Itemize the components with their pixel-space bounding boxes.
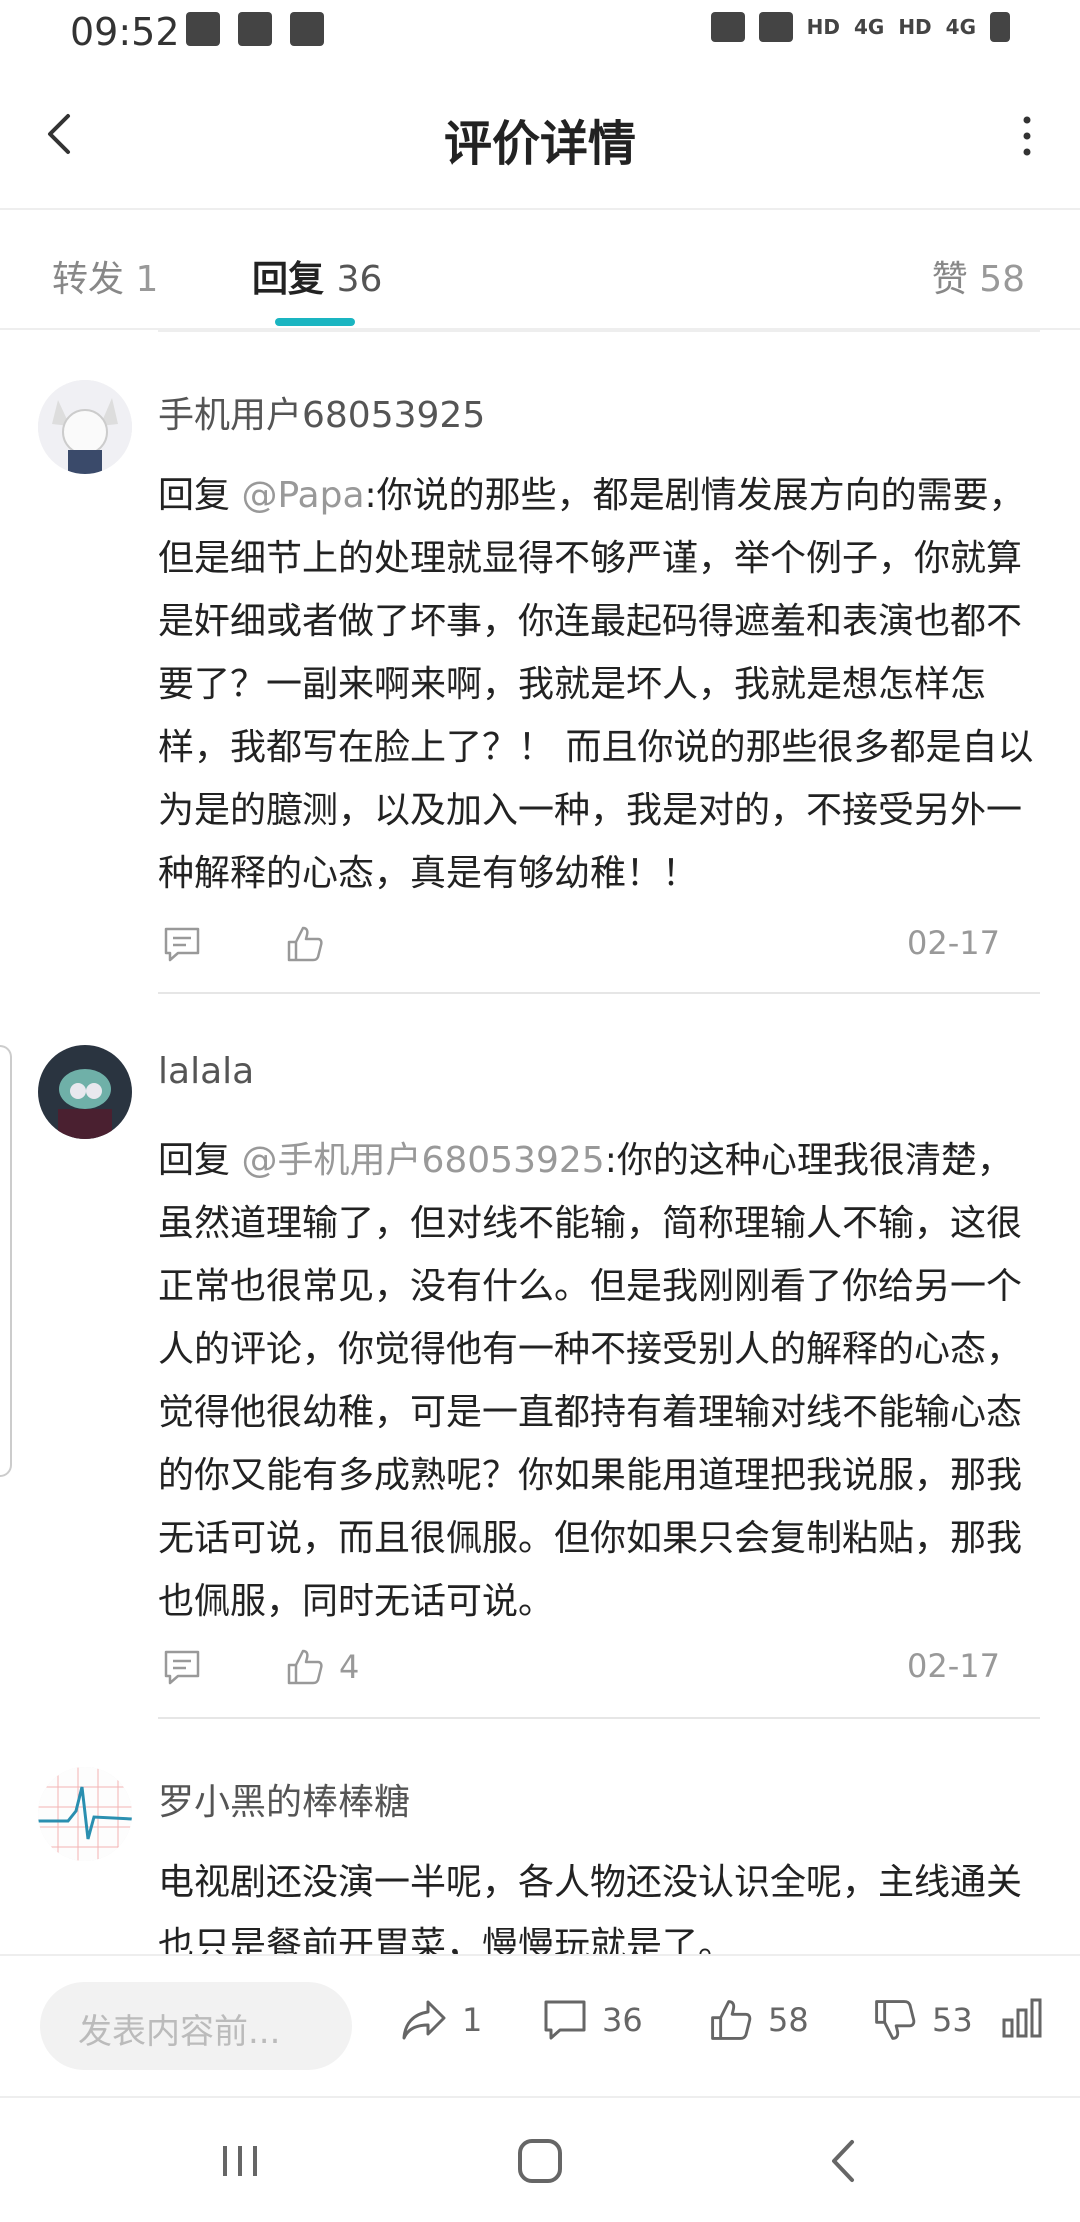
comment-input[interactable]: 发表内容前... [40, 1982, 352, 2070]
username[interactable]: 手机用户68053925 [158, 386, 485, 438]
system-icons: HD 4G HD 4G [710, 12, 1010, 42]
share-count: 1 [462, 2001, 483, 2039]
reply-prefix: 回复 [158, 1140, 242, 1181]
reply-count: 36 [602, 2001, 643, 2039]
network-label: 4G [945, 15, 976, 39]
comment-date: 02-17 [907, 924, 1000, 962]
comment-text: 电视剧还没演一半呢，各人物还没认识全呢，主线通关也只是餐前开胃菜，慢慢玩就是了。 [158, 1862, 1023, 1955]
reply-button[interactable] [162, 922, 202, 966]
comment-text: 回复 @手机用户68053925:你的这种心理我很清楚，虽然道理输了，但对线不能… [158, 1129, 1038, 1633]
home-icon[interactable] [505, 2126, 575, 2196]
tab-count: 36 [336, 259, 383, 300]
comment-icon [164, 1650, 200, 1685]
mention-link[interactable]: @手机用户68053925 [241, 1140, 604, 1181]
thumbs-down-icon [875, 2000, 916, 2040]
more-icon[interactable] [1012, 114, 1042, 158]
avatar[interactable] [38, 1045, 132, 1139]
dislike-button[interactable]: 53 [872, 1990, 973, 2050]
comment-icon [164, 927, 200, 962]
stats-icon[interactable] [1000, 1996, 1044, 2040]
dislike-count: 53 [932, 2001, 973, 2039]
tab-count: 58 [979, 259, 1025, 300]
reply-prefix: 回复 [158, 475, 242, 516]
divider [158, 992, 1040, 994]
like-button[interactable] [285, 922, 339, 966]
comment-text: 回复 @Papa:你说的那些，都是剧情发展方向的需要，但是细节上的处理就显得不够… [158, 464, 1038, 905]
system-nav-bar [0, 2096, 1080, 2222]
network-label: 4G [853, 15, 885, 39]
image-icon [186, 12, 220, 46]
reply-count-button[interactable]: 36 [542, 1990, 643, 2050]
username[interactable]: 罗小黑的棒棒糖 [158, 1773, 410, 1825]
mention-link[interactable]: @Papa [241, 475, 364, 516]
status-bar: 09:52 HD 4G HD 4G [0, 0, 1080, 64]
status-time: 09:52 [70, 10, 180, 54]
comment-icon [544, 2000, 586, 2040]
battery-icon [990, 12, 1010, 42]
tab-label: 回复 [252, 259, 325, 300]
tab-bar: 转发 1 回复 36 赞 58 [0, 210, 1080, 330]
thumbs-up-icon [287, 926, 323, 962]
tab-indicator [275, 318, 355, 326]
tab-reply[interactable]: 回复 36 [252, 250, 382, 302]
network-label: HD [806, 15, 840, 39]
message-icon [238, 12, 272, 46]
tab-label: 赞 [931, 259, 968, 300]
bottom-action-bar: 发表内容前... 1 36 58 53 [0, 1954, 1080, 2096]
comment-date: 02-17 [907, 1647, 1000, 1685]
edge-panel-handle[interactable] [0, 1045, 12, 1477]
thumbs-up-icon [711, 2000, 752, 2040]
divider [158, 330, 1040, 332]
network-label: HD [898, 15, 932, 39]
username[interactable]: lalala [158, 1051, 254, 1092]
like-button[interactable]: 4 [285, 1645, 359, 1689]
wifi-icon [758, 12, 793, 42]
reply-button[interactable] [162, 1645, 202, 1689]
calendar-icon [290, 12, 324, 46]
like-count-button[interactable]: 58 [708, 1990, 809, 2050]
tab-forward[interactable]: 转发 1 [52, 250, 158, 302]
input-placeholder: 发表内容前... [78, 2012, 281, 2052]
tab-label: 转发 [52, 259, 125, 300]
recent-apps-icon[interactable] [205, 2126, 275, 2196]
alarm-icon [710, 12, 745, 42]
notification-icons [186, 12, 324, 46]
like-count: 58 [768, 2001, 809, 2039]
comment-body: :你说的那些，都是剧情发展方向的需要，但是细节上的处理就显得不够严谨，举个例子，… [158, 475, 1034, 894]
thumbs-up-icon [287, 1649, 323, 1685]
back-nav-icon[interactable] [810, 2126, 880, 2196]
like-count: 4 [339, 1648, 360, 1686]
tab-like[interactable]: 赞 58 [932, 250, 1025, 302]
tab-count: 1 [135, 259, 159, 300]
share-icon [402, 2000, 446, 2040]
page-header: 评价详情 [0, 64, 1080, 210]
page-title: 评价详情 [443, 116, 636, 172]
divider [158, 1717, 1040, 1719]
avatar[interactable] [38, 380, 132, 474]
avatar[interactable] [38, 1767, 132, 1861]
share-button[interactable]: 1 [400, 1990, 482, 2050]
comment-body: :你的这种心理我很清楚，虽然道理输了，但对线不能输，简称理输人不输，这很正常也很… [158, 1140, 1023, 1622]
